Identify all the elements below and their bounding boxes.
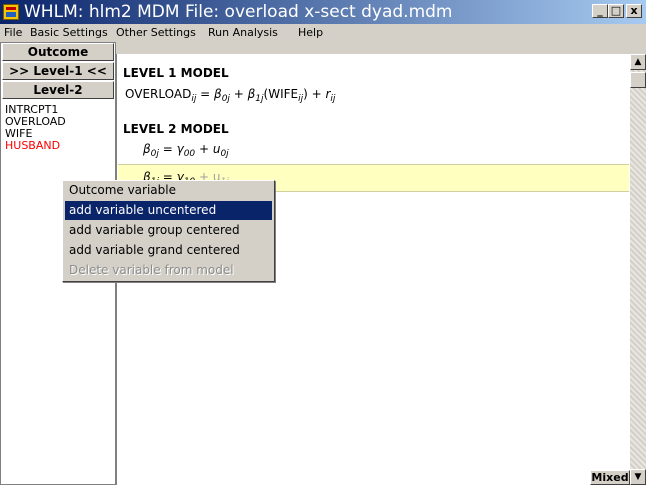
outcome-term: OVERLOAD xyxy=(125,87,192,101)
menu-other-settings[interactable]: Other Settings xyxy=(116,26,196,40)
level1-equation[interactable]: OVERLOADij = β0j + β1j(WIFEij) + rij xyxy=(125,87,335,104)
outcome-subscript: ij xyxy=(191,94,197,104)
gamma-00-subscript: 00 xyxy=(183,149,196,159)
beta-0-subscript: 0j xyxy=(221,94,230,104)
level2-model-header: LEVEL 2 MODEL xyxy=(123,122,229,136)
menu-delete-variable: Delete variable from model xyxy=(69,263,234,277)
mixed-model-button[interactable]: Mixed xyxy=(590,470,630,485)
menu-add-variable-uncentered[interactable]: add variable uncentered xyxy=(65,201,272,220)
minimize-button[interactable]: _ xyxy=(592,4,608,18)
scroll-thumb[interactable] xyxy=(630,72,646,88)
context-menu: Outcome variable add variable uncentered… xyxy=(62,180,275,282)
menu-run-analysis[interactable]: Run Analysis xyxy=(208,26,278,40)
residual-subscript: ij xyxy=(330,94,336,104)
gamma-00-symbol: γ xyxy=(176,142,184,156)
menu-add-variable-group-centered[interactable]: add variable group centered xyxy=(65,221,272,240)
close-button[interactable]: x xyxy=(626,4,642,18)
level2-button[interactable]: Level-2 xyxy=(2,81,114,99)
window-title: WHLM: hlm2 MDM File: overload x-sect dya… xyxy=(24,2,453,22)
outcome-button[interactable]: Outcome xyxy=(2,43,114,61)
menu-file[interactable]: File xyxy=(4,26,22,40)
menu-bar: File Basic Settings Other Settings Run A… xyxy=(0,24,646,42)
beta-0j-subscript: 0j xyxy=(150,149,159,159)
title-bar[interactable]: WHLM: hlm2 MDM File: overload x-sect dya… xyxy=(0,0,646,24)
predictor-close: ) xyxy=(303,87,308,101)
variable-husband[interactable]: HUSBAND xyxy=(5,140,60,152)
maximize-button[interactable]: □ xyxy=(608,4,624,18)
menu-add-variable-grand-centered[interactable]: add variable grand centered xyxy=(65,241,272,260)
u-0j-subscript: 0j xyxy=(220,149,229,159)
predictor-term: (WIFE xyxy=(263,87,299,101)
vertical-scrollbar[interactable]: ▲ ▼ xyxy=(630,54,646,485)
beta-0-symbol: β xyxy=(214,87,222,101)
beta-0j-symbol: β xyxy=(143,142,151,156)
application-window: WHLM: hlm2 MDM File: overload x-sect dya… xyxy=(0,0,646,485)
level2-equation-beta0[interactable]: β0j = γ00 + u0j xyxy=(143,142,229,159)
scroll-up-arrow-icon[interactable]: ▲ xyxy=(630,54,646,70)
beta-1-subscript: 1j xyxy=(255,94,264,104)
menu-help[interactable]: Help xyxy=(298,26,323,40)
menu-basic-settings[interactable]: Basic Settings xyxy=(30,26,108,40)
level1-button[interactable]: >> Level-1 << xyxy=(2,62,114,80)
app-icon[interactable] xyxy=(3,4,19,20)
level1-model-header: LEVEL 1 MODEL xyxy=(123,66,229,80)
scroll-down-arrow-icon[interactable]: ▼ xyxy=(630,469,646,485)
menu-outcome-variable[interactable]: Outcome variable xyxy=(65,181,272,200)
